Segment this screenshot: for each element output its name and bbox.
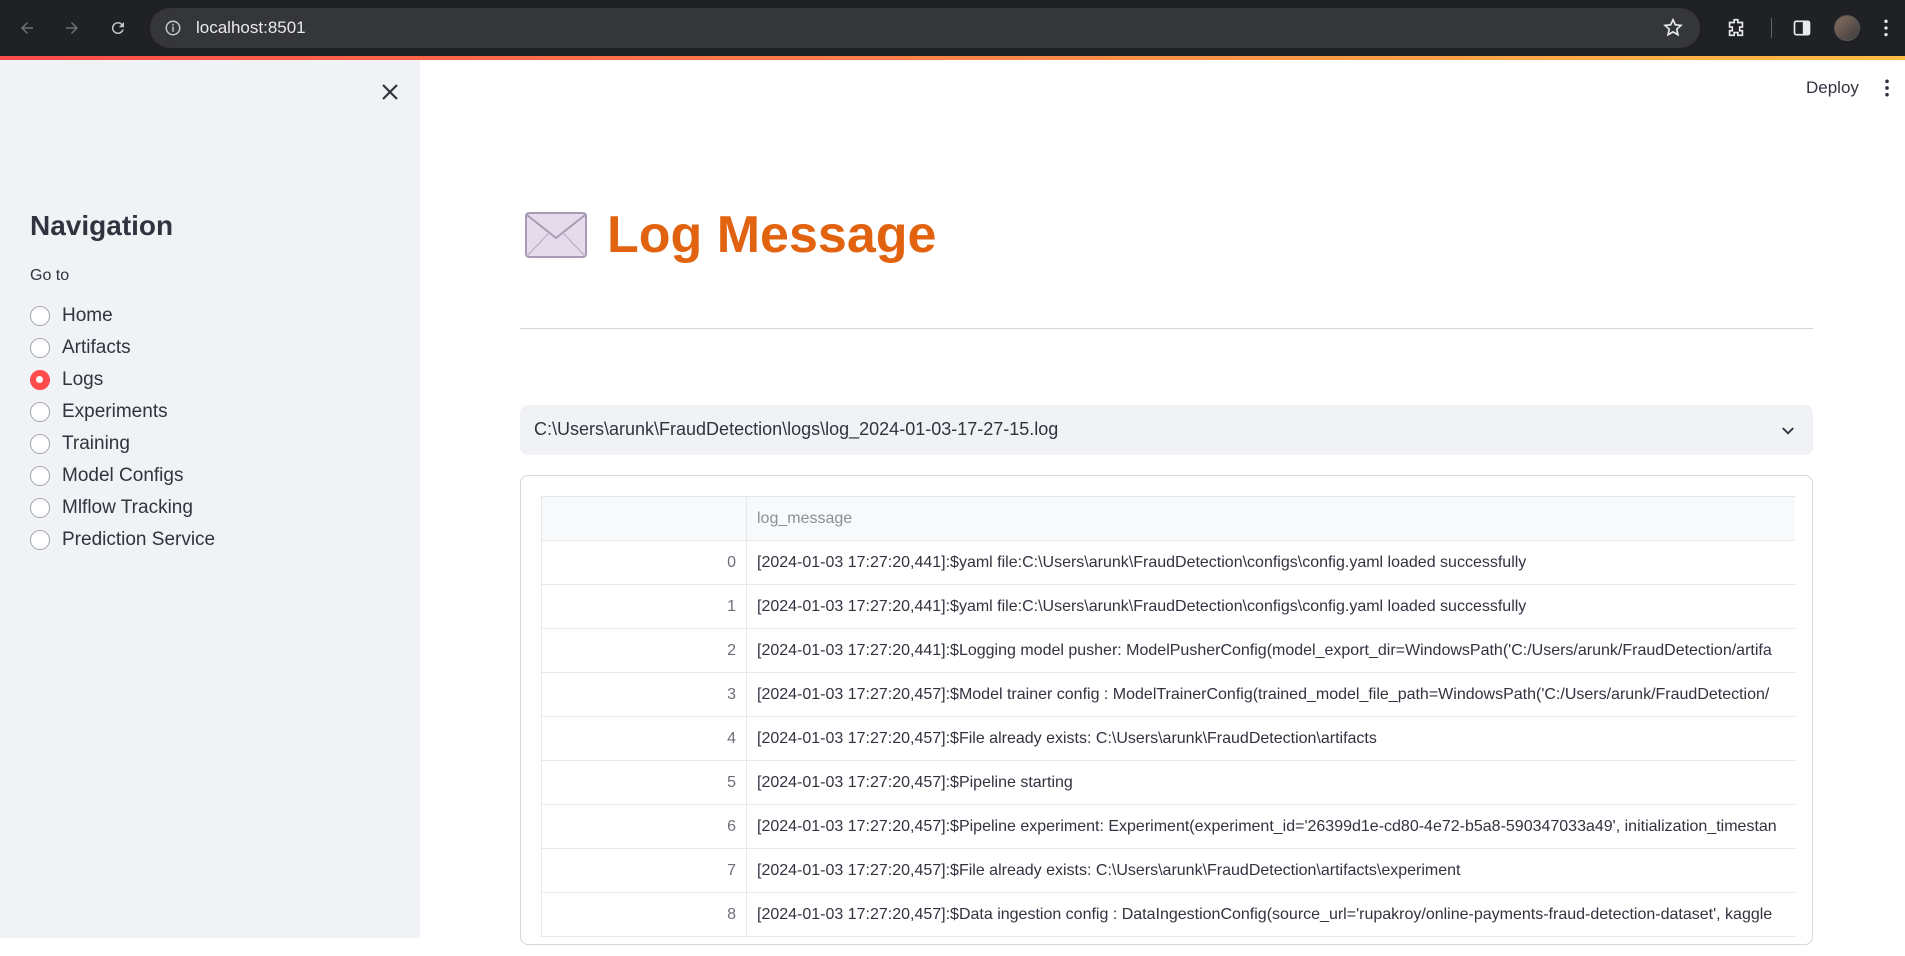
- row-index-cell[interactable]: 8: [541, 892, 747, 937]
- log-message-cell[interactable]: [2024-01-03 17:27:20,441]:$yaml file:C:\…: [746, 584, 1795, 629]
- envelope-icon: [525, 212, 587, 258]
- table-row[interactable]: 2 [2024-01-03 17:27:20,441]:$Logging mode…: [541, 628, 1795, 673]
- radio-unchecked-icon[interactable]: [30, 306, 50, 326]
- table-row[interactable]: 1 [2024-01-03 17:27:20,441]:$yaml file:C:…: [541, 584, 1795, 629]
- radio-label: Artifacts: [62, 337, 131, 358]
- row-index-cell[interactable]: 5: [541, 760, 747, 805]
- radio-option-home[interactable]: Home: [30, 300, 215, 332]
- table-row[interactable]: 5 [2024-01-03 17:27:20,457]:$Pipeline sta…: [541, 760, 1795, 805]
- page-title: Log Message: [607, 206, 937, 264]
- reload-icon[interactable]: [103, 13, 133, 43]
- radio-unchecked-icon[interactable]: [30, 402, 50, 422]
- table-row[interactable]: 4 [2024-01-03 17:27:20,457]:$File already…: [541, 716, 1795, 761]
- log-message-cell[interactable]: [2024-01-03 17:27:20,457]:$Model trainer…: [746, 672, 1795, 717]
- radio-option-prediction-service[interactable]: Prediction Service: [30, 524, 215, 556]
- radio-unchecked-icon[interactable]: [30, 434, 50, 454]
- log-file-select[interactable]: C:\Users\arunk\FraudDetection\logs\log_2…: [520, 405, 1813, 455]
- radio-label: Home: [62, 305, 113, 326]
- radio-option-logs[interactable]: Logs: [30, 364, 215, 396]
- log-message-cell[interactable]: [2024-01-03 17:27:20,457]:$Pipeline star…: [746, 760, 1795, 805]
- main-menu-icon[interactable]: [1884, 78, 1900, 100]
- dataframe-container: log_message 0 [2024-01-03 17:27:20,441]:$…: [520, 475, 1813, 945]
- radio-option-model-configs[interactable]: Model Configs: [30, 460, 215, 492]
- profile-avatar[interactable]: [1833, 14, 1861, 42]
- extensions-icon[interactable]: [1722, 14, 1750, 42]
- radio-label: Mlflow Tracking: [62, 497, 193, 518]
- deploy-button[interactable]: Deploy: [1806, 78, 1859, 98]
- radio-label: Experiments: [62, 401, 168, 422]
- table-row[interactable]: 8 [2024-01-03 17:27:20,457]:$Data ingesti…: [541, 892, 1795, 937]
- back-arrow-icon[interactable]: [12, 13, 42, 43]
- toolbar-divider: [1768, 14, 1774, 42]
- radio-unchecked-icon[interactable]: [30, 530, 50, 550]
- radio-option-mlflow-tracking[interactable]: Mlflow Tracking: [30, 492, 215, 524]
- row-index-cell[interactable]: 0: [541, 540, 747, 585]
- radio-label: Prediction Service: [62, 529, 216, 550]
- radio-label: Training: [62, 433, 130, 454]
- sidebar-title: Navigation: [30, 210, 174, 241]
- row-index-cell[interactable]: 1: [541, 584, 747, 629]
- dataframe-scroll-area[interactable]: log_message 0 [2024-01-03 17:27:20,441]:$…: [541, 496, 1795, 956]
- radio-option-training[interactable]: Training: [30, 428, 215, 460]
- row-index-cell[interactable]: 2: [541, 628, 747, 673]
- navigation-radio-group: Home Artifacts Logs Experiments Training Mode…: [30, 300, 215, 556]
- radio-unchecked-icon[interactable]: [30, 498, 50, 518]
- url-text[interactable]: localhost:8501: [196, 18, 306, 38]
- table-row[interactable]: 3 [2024-01-03 17:27:20,457]:$Model traine…: [541, 672, 1795, 717]
- bookmark-star-icon[interactable]: [1662, 17, 1684, 39]
- log-message-cell[interactable]: [2024-01-03 17:27:20,457]:$Pipeline expe…: [746, 804, 1795, 849]
- forward-arrow-icon[interactable]: [57, 13, 87, 43]
- chevron-down-icon[interactable]: [1779, 422, 1797, 440]
- radio-option-experiments[interactable]: Experiments: [30, 396, 215, 428]
- row-index-cell[interactable]: 3: [541, 672, 747, 717]
- sidebar: Navigation Go to Home Artifacts Logs Experi…: [0, 60, 420, 938]
- log-message-cell[interactable]: [2024-01-03 17:27:20,457]:$File already …: [746, 848, 1795, 893]
- table-row[interactable]: 0 [2024-01-03 17:27:20,441]:$yaml file:C:…: [541, 540, 1795, 585]
- radio-label: Logs: [62, 369, 104, 390]
- log-message-cell[interactable]: [2024-01-03 17:27:20,441]:$Logging model…: [746, 628, 1795, 673]
- address-bar[interactable]: localhost:8501: [150, 8, 1700, 48]
- radio-checked-icon[interactable]: [30, 370, 50, 390]
- site-info-icon[interactable]: [164, 19, 182, 37]
- radio-label: Model Configs: [62, 465, 184, 486]
- log-message-cell[interactable]: [2024-01-03 17:27:20,457]:$File already …: [746, 716, 1795, 761]
- close-sidebar-icon[interactable]: [378, 80, 402, 104]
- table-row[interactable]: 7 [2024-01-03 17:27:20,457]:$File already…: [541, 848, 1795, 893]
- divider: [520, 328, 1813, 329]
- select-value: C:\Users\arunk\FraudDetection\logs\log_2…: [534, 419, 1059, 439]
- row-index-cell[interactable]: 4: [541, 716, 747, 761]
- side-panel-icon[interactable]: [1788, 14, 1816, 42]
- index-column-header[interactable]: [541, 496, 747, 541]
- radio-unchecked-icon[interactable]: [30, 338, 50, 358]
- table-header-row: log_message: [541, 496, 1795, 541]
- log-message-cell[interactable]: [2024-01-03 17:27:20,441]:$yaml file:C:\…: [746, 540, 1795, 585]
- log-message-cell[interactable]: [2024-01-03 17:27:20,457]:$Data ingestio…: [746, 892, 1795, 937]
- row-index-cell[interactable]: 6: [541, 804, 747, 849]
- radio-option-artifacts[interactable]: Artifacts: [30, 332, 215, 364]
- log-message-column-header[interactable]: log_message: [746, 496, 1795, 541]
- page-header: Log Message: [525, 205, 936, 265]
- radio-unchecked-icon[interactable]: [30, 466, 50, 486]
- browser-toolbar: localhost:8501: [0, 0, 1905, 56]
- radio-group-label: Go to: [30, 267, 70, 284]
- browser-menu-icon[interactable]: [1876, 14, 1896, 42]
- table-row[interactable]: 6 [2024-01-03 17:27:20,457]:$Pipeline exp…: [541, 804, 1795, 849]
- log-table: log_message 0 [2024-01-03 17:27:20,441]:$…: [541, 496, 1795, 937]
- row-index-cell[interactable]: 7: [541, 848, 747, 893]
